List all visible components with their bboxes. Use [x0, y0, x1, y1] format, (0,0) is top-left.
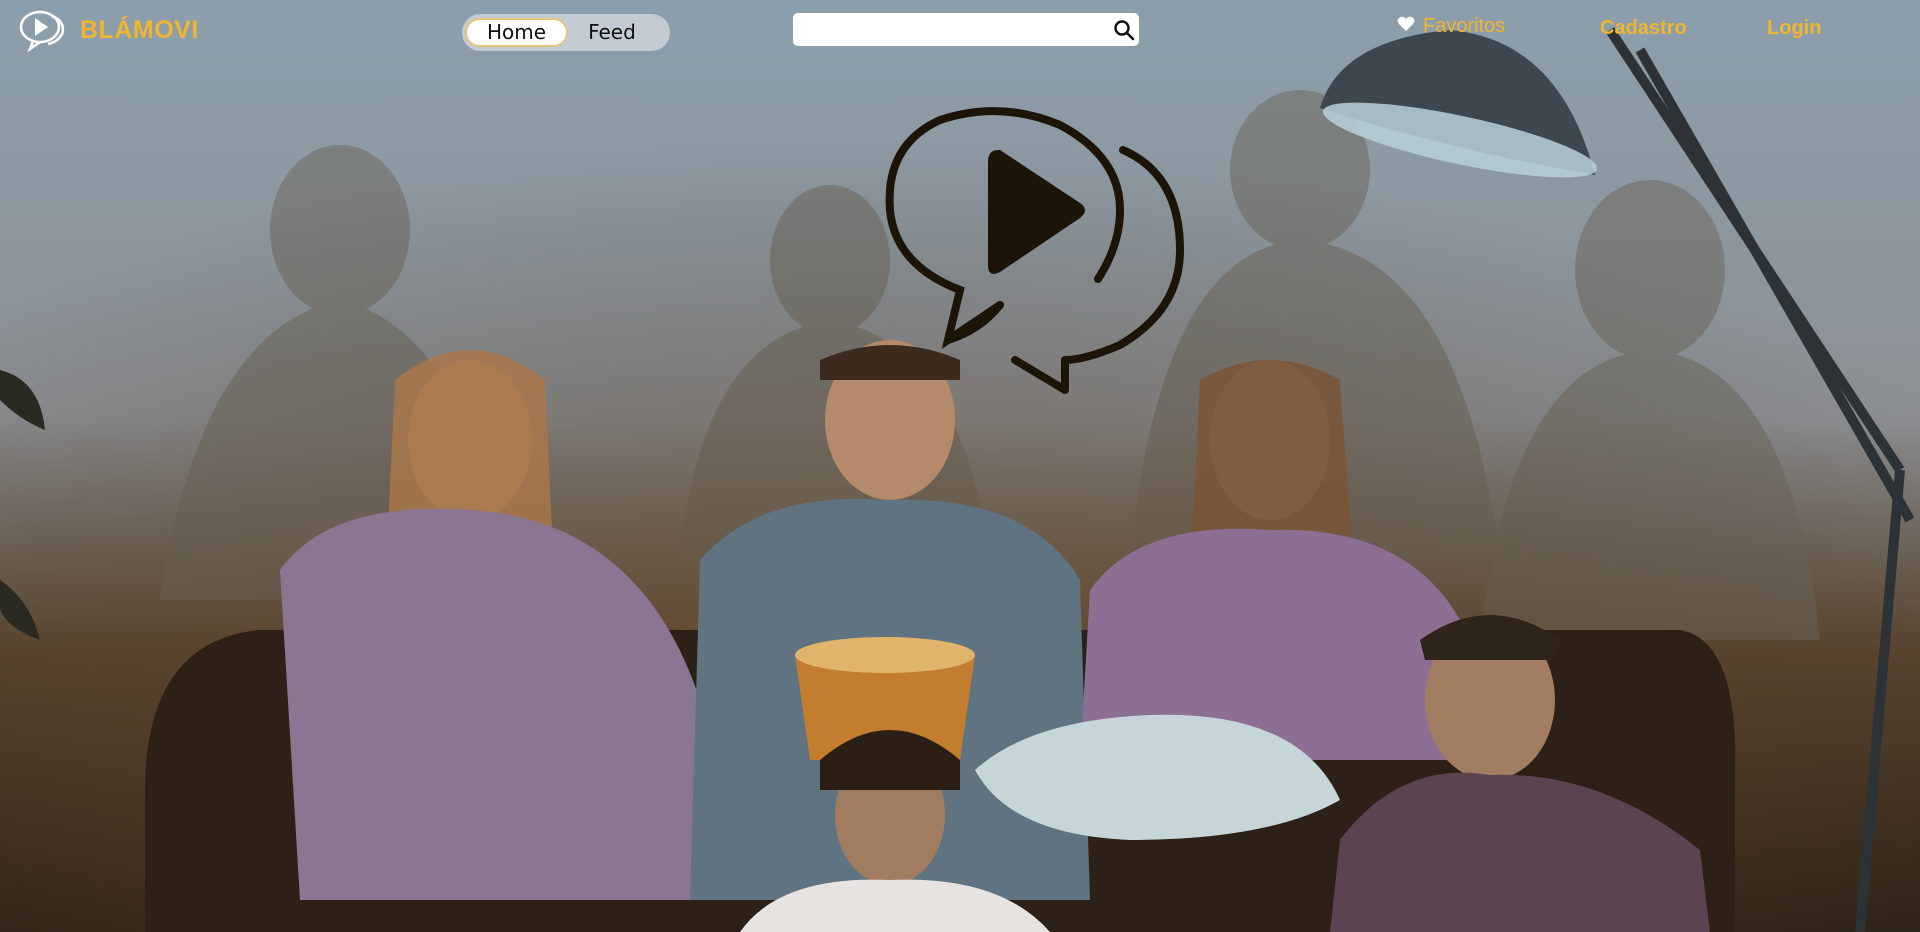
search-input[interactable] [793, 14, 1109, 45]
toggle-feed-button[interactable]: Feed [568, 18, 656, 47]
favoritos-label: Favoritos [1423, 15, 1506, 37]
login-link[interactable]: Login [1767, 17, 1821, 40]
heart-icon [1397, 15, 1415, 38]
brand-name: BLÁMOVI [80, 15, 199, 44]
toggle-home-button[interactable]: Home [465, 18, 569, 47]
hero-logo [870, 100, 1270, 404]
favoritos-link[interactable]: Favoritos [1397, 15, 1505, 38]
search-bar [793, 13, 1139, 46]
landing-page: BLÁMOVI Home Feed Favoritos Cadastro Log… [0, 0, 1920, 932]
brand-home-link[interactable]: BLÁMOVI [18, 8, 199, 52]
top-navbar: BLÁMOVI Home Feed Favoritos Cadastro Log… [0, 0, 1920, 60]
cadastro-link[interactable]: Cadastro [1600, 17, 1687, 40]
play-speech-bubble-icon [18, 8, 70, 52]
home-feed-toggle: Home Feed [462, 14, 670, 51]
play-speech-bubble-icon [885, 107, 1184, 394]
search-icon[interactable] [1109, 15, 1139, 45]
